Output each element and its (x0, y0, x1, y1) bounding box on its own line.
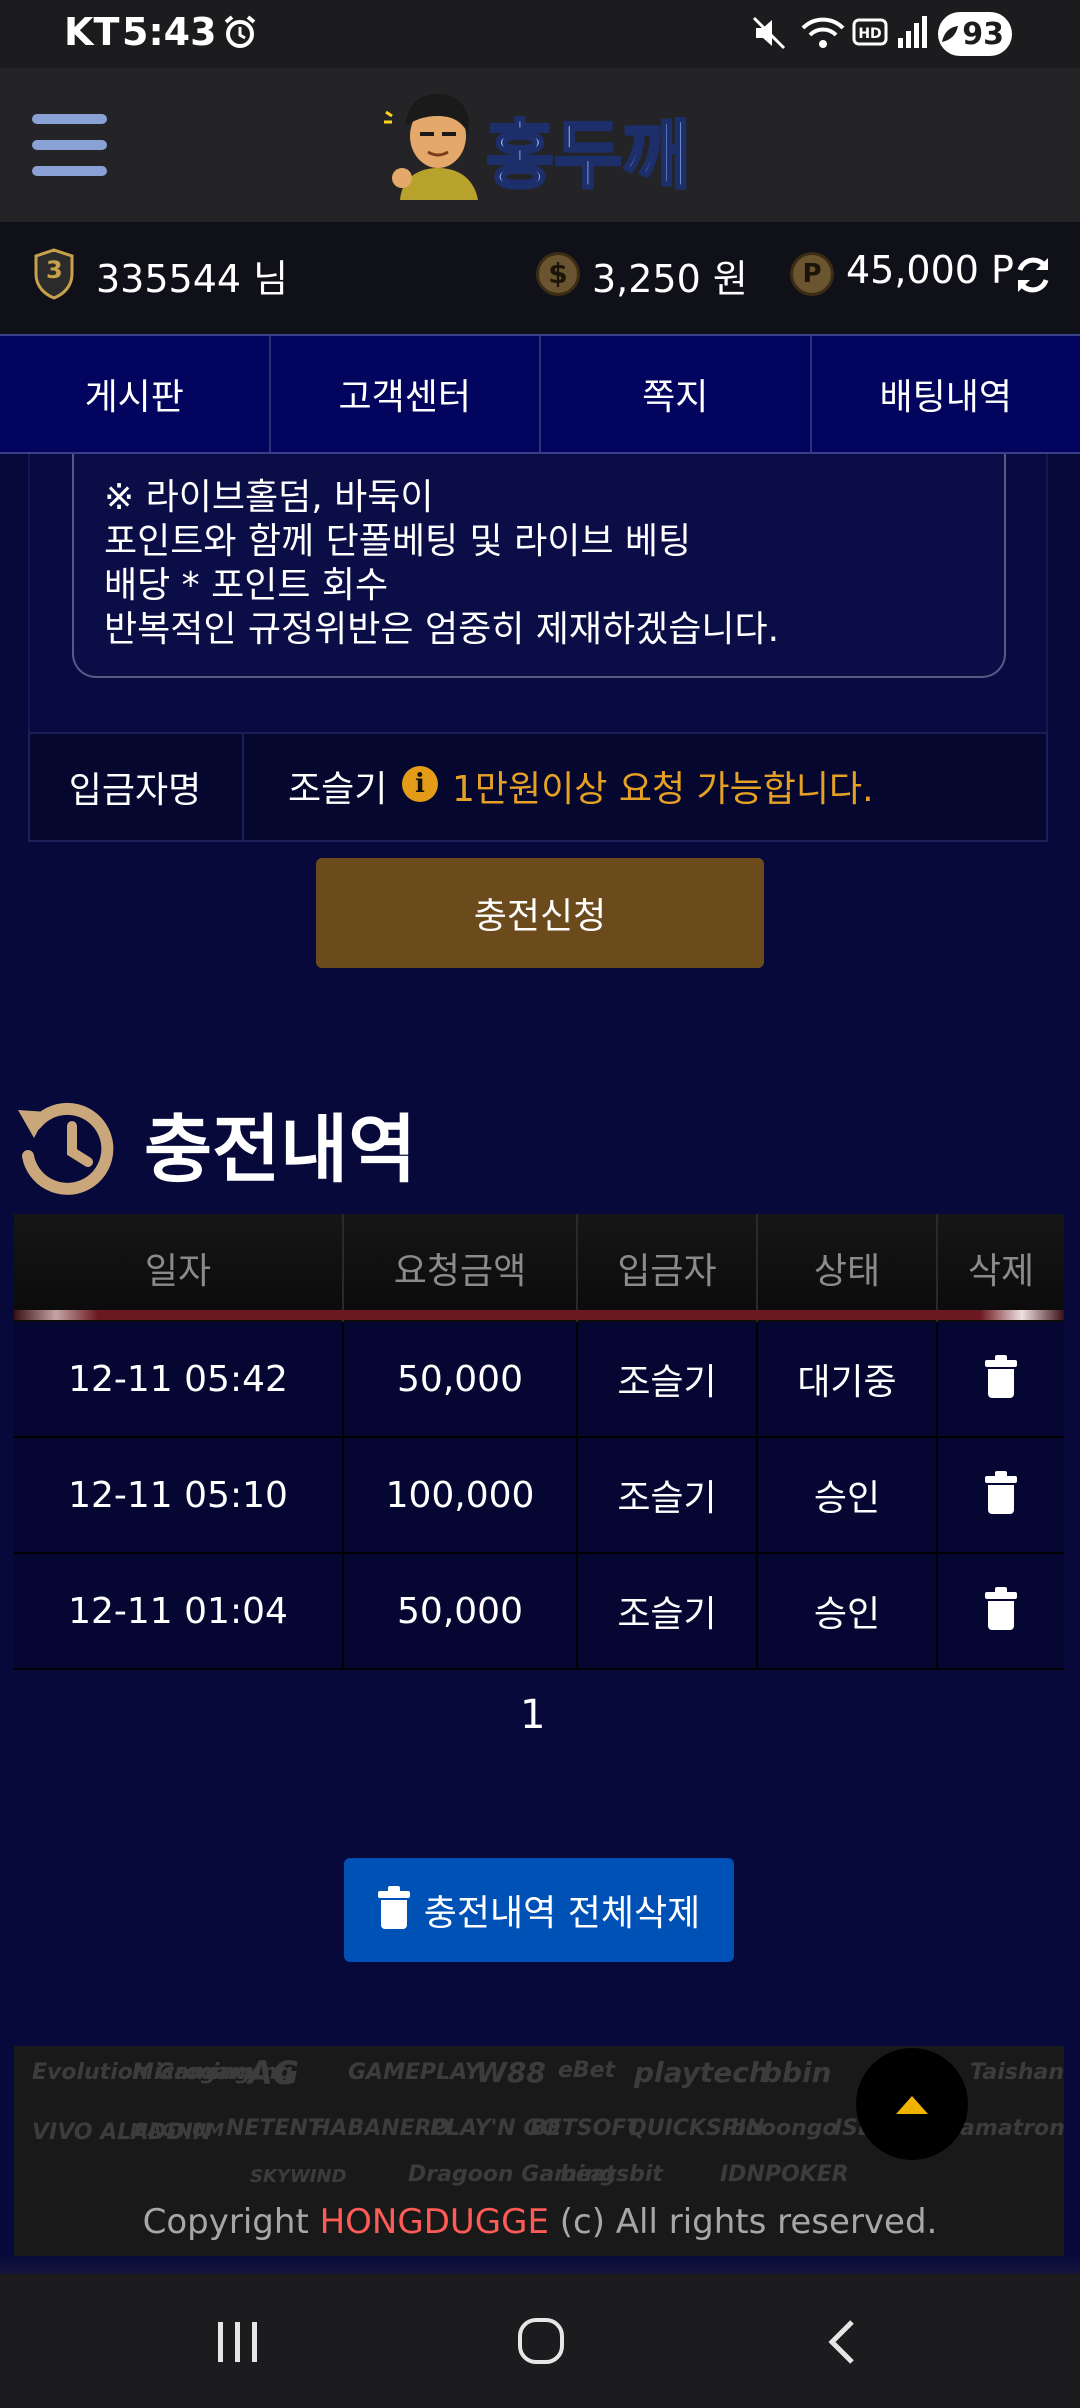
depositor-label: 입금자명 (28, 732, 244, 842)
hd-icon: HD (852, 18, 888, 46)
column-header-amount: 요청금액 (344, 1214, 578, 1322)
delete-all-label: 충전내역 전체삭제 (423, 1893, 701, 1934)
wifi-icon (801, 17, 845, 48)
row-date: 12-11 05:42 (14, 1322, 344, 1436)
provider-logo: MAGNUM (130, 2120, 225, 2141)
back-icon[interactable] (822, 2318, 862, 2366)
status-bar: KT 5:43 HD 93 (0, 0, 1080, 68)
tab-betting-history[interactable]: 배팅내역 (812, 336, 1080, 452)
system-navigation-bar (0, 2274, 1080, 2408)
battery-level: 93 (962, 16, 1004, 52)
recent-apps-icon[interactable] (214, 2320, 262, 2364)
row-amount: 100,000 (344, 1438, 578, 1552)
row-delete-cell (938, 1554, 1064, 1668)
row-date: 12-11 01:04 (14, 1554, 344, 1668)
row-amount: 50,000 (344, 1554, 578, 1668)
delete-all-history-button[interactable]: 충전내역 전체삭제 (344, 1858, 734, 1962)
point-balance: 45,000 P (846, 248, 1014, 292)
clock: 5:43 (122, 10, 217, 54)
charge-request-button[interactable]: 충전신청 (316, 858, 764, 968)
provider-logo: beatsbit (560, 2162, 663, 2187)
money-coin-icon: $ (536, 252, 580, 296)
history-icon (18, 1102, 114, 1195)
carrier-label: KT (64, 10, 120, 54)
trash-icon[interactable] (985, 1587, 1017, 1630)
alarm-icon (224, 15, 256, 48)
table-row: 12-11 01:04 50,000 조슬기 승인 (14, 1554, 1064, 1670)
mascot-icon (384, 93, 478, 200)
logo-text: 홍두깨 (484, 112, 691, 201)
mute-icon (752, 16, 786, 50)
row-amount: 50,000 (344, 1322, 578, 1436)
money-balance: 3,250 원 (592, 257, 748, 301)
page-bottom-edge (0, 2256, 1080, 2274)
pagination-page-1[interactable]: 1 (520, 1692, 545, 1738)
row-depositor: 조슬기 (578, 1438, 758, 1552)
svg-text:HD: HD (858, 26, 881, 42)
row-status: 승인 (758, 1554, 938, 1668)
provider-logo: SKYWIND (250, 2166, 347, 2187)
provider-logo: IDNPOKER (720, 2162, 849, 2187)
username: 335544 님 (96, 257, 289, 301)
copyright-prefix: Copyright (142, 2202, 320, 2242)
provider-logo: NETENT (226, 2116, 323, 2141)
trash-icon[interactable] (985, 1355, 1017, 1398)
refresh-icon[interactable] (1012, 254, 1054, 296)
column-header-depositor: 입금자 (578, 1214, 758, 1322)
level-number: 3 (46, 256, 63, 284)
tab-messages[interactable]: 쪽지 (541, 336, 812, 452)
trash-icon (377, 1886, 410, 1929)
notice-line: 반복적인 규정위반은 엄중히 제재하겠습니다. (104, 609, 780, 650)
battery-indicator: 93 (938, 12, 1012, 56)
provider-logo: W88 (476, 2056, 546, 2089)
column-header-date: 일자 (14, 1214, 344, 1322)
provider-logo: amatron (960, 2116, 1065, 2141)
info-icon: i (402, 766, 438, 802)
provider-logo: BETSOFT (530, 2116, 642, 2141)
minimum-amount-note: 1만원이상 요청 가능합니다. (452, 769, 874, 810)
row-depositor: 조슬기 (578, 1554, 758, 1668)
site-logo[interactable]: 홍두깨 (376, 92, 706, 201)
table-row: 12-11 05:42 50,000 조슬기 대기중 (14, 1322, 1064, 1438)
row-status: 승인 (758, 1438, 938, 1552)
provider-logo: playtech (634, 2056, 769, 2089)
point-coin-icon: P (790, 252, 834, 296)
row-depositor: 조슬기 (578, 1322, 758, 1436)
table-row: 12-11 05:10 100,000 조슬기 승인 (14, 1438, 1064, 1554)
row-date: 12-11 05:10 (14, 1438, 344, 1552)
provider-logo: Taishan (970, 2060, 1065, 2085)
provider-logo: bbin (762, 2056, 832, 2089)
battery-saver-icon (942, 26, 958, 42)
provider-logo: booongo (730, 2116, 838, 2141)
column-header-status: 상태 (758, 1214, 938, 1322)
chevron-up-icon (896, 2096, 928, 2114)
scroll-to-top-button[interactable] (856, 2048, 968, 2160)
copyright-notice: Copyright HONGDUGGE (c) All rights reser… (0, 2202, 1080, 2242)
menu-button[interactable] (32, 114, 107, 176)
history-title: 충전내역 (144, 1107, 417, 1193)
copyright-brand: HONGDUGGE (319, 2202, 549, 2242)
header-divider (14, 1310, 1064, 1320)
signal-icon (898, 16, 927, 48)
provider-logo: eBet (558, 2058, 616, 2083)
column-header-delete: 삭제 (967, 1251, 1035, 1292)
row-delete-cell (938, 1438, 1064, 1552)
row-delete-cell (938, 1322, 1064, 1436)
row-status: 대기중 (758, 1322, 938, 1436)
nav-tabs: 게시판 고객센터 쪽지 배팅내역 (0, 334, 1080, 454)
copyright-suffix: (c) All rights reserved. (548, 2202, 938, 2242)
user-info-bar: 3 335544 님 $ 3,250 원 P 45,000 P (0, 222, 1080, 334)
depositor-name: 조슬기 (288, 769, 388, 810)
trash-icon[interactable] (985, 1471, 1017, 1514)
tab-customer-center[interactable]: 고객센터 (271, 336, 541, 452)
tab-board[interactable]: 게시판 (0, 336, 271, 452)
home-icon[interactable] (516, 2316, 566, 2366)
provider-logo: GAMEPLAY (348, 2060, 481, 2085)
table-header: 일자 요청금액 입금자 상태 삭제 (14, 1214, 1064, 1322)
provider-logo: AG (248, 2054, 300, 2092)
